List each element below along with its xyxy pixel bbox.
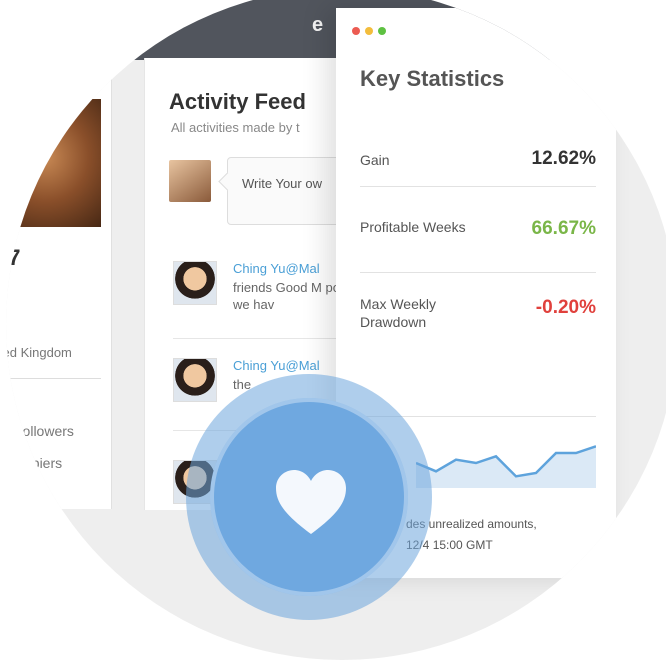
author-link[interactable]: Ching Yu@Mal xyxy=(233,261,320,276)
stat-label: Profitable Weeks xyxy=(360,219,466,235)
circle-frame: e 87 or ited Kingdom Followers opiers Ac… xyxy=(6,0,666,660)
gain-chart xyxy=(416,445,596,488)
like-badge-inner xyxy=(210,398,408,596)
footnote-line-2: 12/4 15:00 GMT xyxy=(406,538,493,552)
profile-divider xyxy=(6,378,101,379)
feed-subtitle: All activities made by t xyxy=(171,120,300,135)
close-dot-icon[interactable] xyxy=(352,27,360,35)
author-avatar[interactable] xyxy=(173,358,217,402)
logo-icon: e xyxy=(312,14,324,36)
feed-title: Activity Feed xyxy=(169,89,306,114)
minimize-dot-icon[interactable] xyxy=(365,27,373,35)
stat-divider xyxy=(360,272,596,273)
maximize-dot-icon[interactable] xyxy=(378,27,386,35)
copiers-link[interactable]: opiers xyxy=(24,455,62,471)
profile-number: 87 xyxy=(6,245,21,270)
stat-divider xyxy=(360,186,596,187)
followers-link[interactable]: Followers xyxy=(14,423,74,439)
profile-photo xyxy=(6,99,101,227)
author-link[interactable]: Ching Yu@Mal xyxy=(233,358,320,373)
profile-location: ited Kingdom xyxy=(6,345,72,360)
stat-value: -0.20% xyxy=(535,297,596,318)
profile-role: or xyxy=(6,279,8,294)
stat-value: 66.67% xyxy=(531,218,596,239)
author-avatar[interactable] xyxy=(173,261,217,305)
stats-title: Key Statistics xyxy=(360,66,505,91)
like-badge[interactable] xyxy=(186,374,432,620)
compose-placeholder: Write Your ow xyxy=(242,176,322,191)
stat-label: Gain xyxy=(360,152,390,168)
user-avatar xyxy=(169,160,211,202)
profile-card: 87 or ited Kingdom Followers opiers xyxy=(6,59,112,509)
stat-value: 12.62% xyxy=(531,148,596,169)
stat-label: Max Weekly Drawdown xyxy=(360,296,436,330)
window-controls xyxy=(352,22,391,40)
heart-icon xyxy=(276,470,346,534)
